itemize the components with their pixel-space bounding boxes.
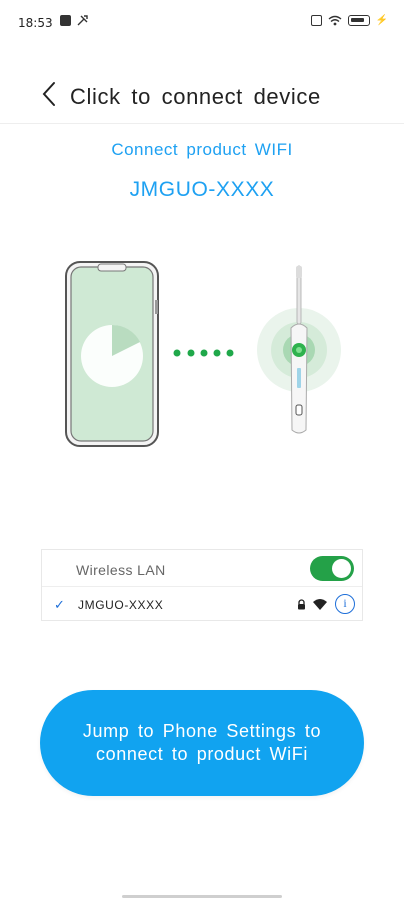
wlan-toggle[interactable] (310, 556, 354, 581)
lock-icon (298, 599, 305, 610)
jump-button-line2: connect to product WiFi (96, 744, 308, 764)
charging-icon: ⚡ (375, 15, 388, 26)
toothbrush-device-illustration (257, 265, 341, 434)
wlan-label: Wireless LAN (76, 562, 166, 578)
phone-illustration (65, 261, 159, 447)
wifi-signal-icon (313, 599, 327, 610)
check-icon: ✓ (54, 597, 65, 612)
battery-icon (347, 15, 370, 26)
wlan-row: Wireless LAN (42, 550, 362, 587)
network-name: JMGUO-XXXX (78, 598, 164, 612)
jump-to-settings-button[interactable]: Jump to Phone Settings to connect to pro… (40, 690, 364, 796)
connect-label: Connect product WIFI (111, 140, 293, 159)
connection-illustration (0, 250, 404, 450)
chevron-left-icon (42, 82, 55, 106)
status-left-icons (60, 15, 88, 26)
status-bar: 18:53 ⚡ (0, 0, 404, 44)
status-right-icons: ⚡ (310, 15, 388, 26)
sim-icon (310, 15, 322, 26)
wifi-status-icon (328, 15, 341, 26)
back-button[interactable] (40, 80, 64, 110)
info-icon[interactable]: i (335, 594, 355, 614)
connection-dots (173, 349, 234, 357)
header: Click to connect device (0, 70, 404, 124)
tools-icon (77, 15, 88, 26)
toggle-knob (332, 559, 351, 578)
wifi-settings-panel: Wireless LAN ✓ JMGUO-XXXX i (41, 549, 363, 621)
screen: 18:53 ⚡ Click to connect device Connect … (0, 0, 404, 900)
status-time: 18:53 (18, 16, 53, 30)
home-indicator[interactable] (122, 895, 282, 898)
ssid-label: JMGUO-XXXX (129, 178, 275, 201)
jump-button-line1: Jump to Phone Settings to (82, 721, 322, 741)
notification-app-icon (60, 15, 71, 26)
page-title: Click to connect device (70, 84, 321, 109)
network-row[interactable]: ✓ JMGUO-XXXX i (42, 588, 362, 622)
